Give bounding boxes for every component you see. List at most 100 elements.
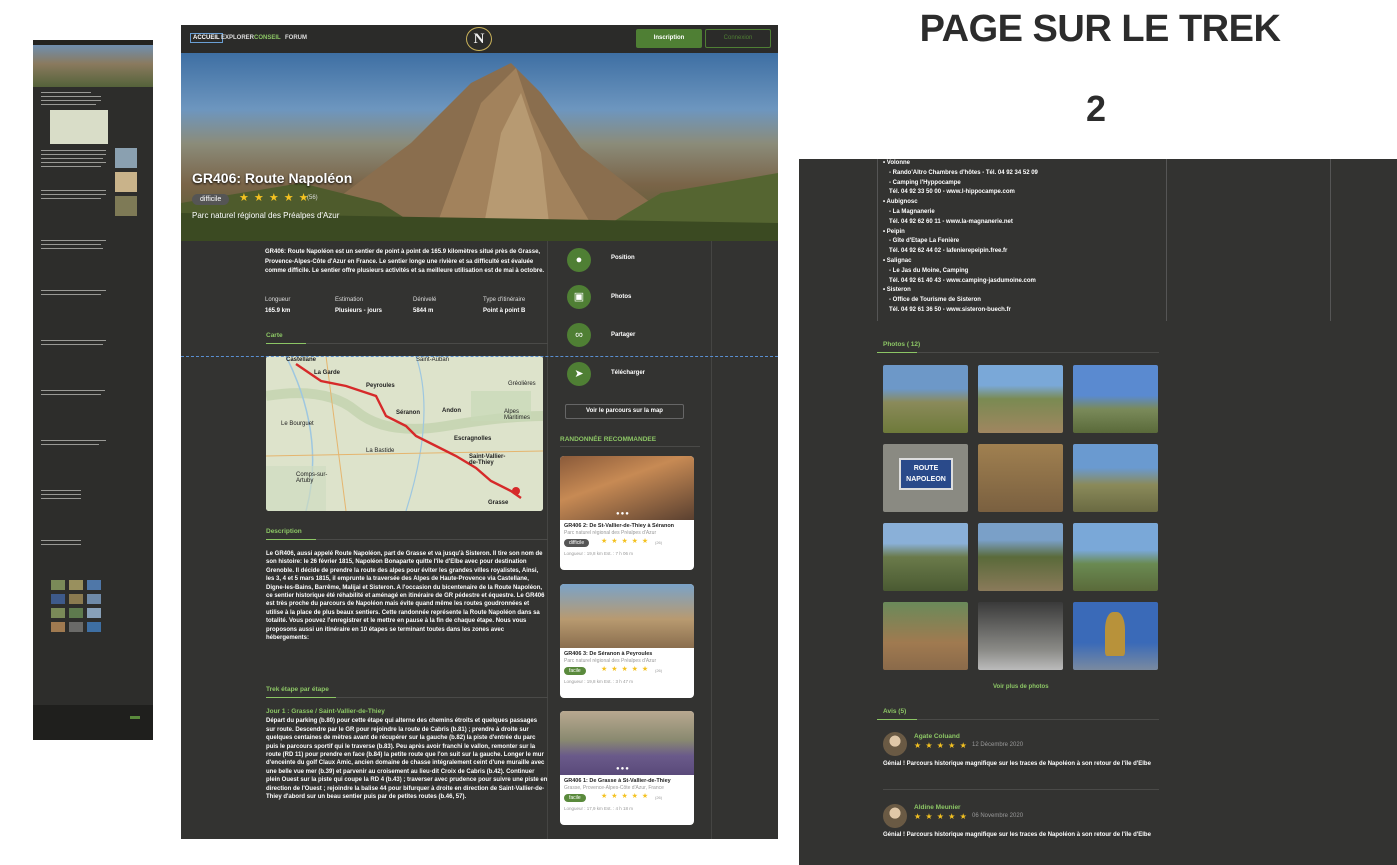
map-label: Castellane <box>286 357 317 363</box>
trek-photo[interactable] <box>978 444 1063 512</box>
card-stats: Longueur : 17,9 km Est. : 4 h 18 m <box>564 806 634 811</box>
trek-photo[interactable]: ROUTE NAPOLEON <box>883 444 968 512</box>
recommended-trek-card[interactable]: ●●● GR406 2: De St-Vallier-de-Thiey à Sé… <box>560 456 694 570</box>
map-label: La Garde <box>314 370 341 376</box>
view-route-map-button[interactable]: Voir le parcours sur la map <box>565 404 684 419</box>
panel-title: PAGE SUR LE TREK <box>919 8 1281 50</box>
card-stars: ★ ★ ★ ★ ★ <box>601 538 650 545</box>
avis-heading: Avis (5) <box>883 708 907 715</box>
trek-photo[interactable] <box>1073 523 1158 591</box>
lodging-line: Tél. 04 92 62 60 11 - www.la-magnanerie.… <box>889 218 1013 225</box>
lodging-line: Tél. 04 92 62 44 02 - lafenierepeipin.fr… <box>889 248 1008 255</box>
nav-forum[interactable]: FORUM <box>285 35 307 41</box>
thumbnail-footer <box>33 705 153 740</box>
rating-stars: ★ ★ ★ ★ ★ <box>239 192 310 204</box>
position-label[interactable]: Position <box>611 255 635 261</box>
trek-photo[interactable] <box>883 365 968 433</box>
trek-photo[interactable] <box>978 365 1063 433</box>
map-label: Escragnolles <box>454 436 492 442</box>
map-label: Le Bourguet <box>281 421 314 427</box>
card-image: ●●● <box>560 711 694 775</box>
stat-label: Type d'itinéraire <box>483 297 526 303</box>
card-title: GR406 3: De Séranon à Peyroules <box>564 651 653 657</box>
recommended-trek-card[interactable]: GR406 3: De Séranon à Peyroules Parc nat… <box>560 584 694 698</box>
site-logo[interactable]: N <box>466 27 492 51</box>
stat-value: Point à point B <box>483 308 526 314</box>
card-badge: facile <box>564 794 586 802</box>
card-park: Grasse, Provence-Alpes-Côte d'Azur, Fran… <box>564 785 664 791</box>
day-title: Jour 1 : Grasse / Saint-Vallier-de-Thiey <box>266 708 385 715</box>
review-date: 06 Novembre 2020 <box>972 813 1024 819</box>
card-image: ●●● <box>560 456 694 520</box>
trek-page-continued: • Volonne - Rando'Altro Chambres d'hôtes… <box>799 159 1397 865</box>
stat-label: Dénivelé <box>413 297 437 303</box>
card-count: (26) <box>655 668 663 673</box>
nav-conseil[interactable]: CONSEIL <box>254 35 281 41</box>
hero-banner: GR406: Route Napoléon difficile ★ ★ ★ ★ … <box>181 53 778 241</box>
map-label: Comps-sur-Artuby <box>296 472 328 484</box>
card-count: (26) <box>655 795 663 800</box>
trek-photo[interactable] <box>1073 602 1158 670</box>
lodging-line: • Peipin <box>883 228 905 235</box>
connexion-button[interactable]: Connexion <box>705 29 771 48</box>
recommended-trek-card[interactable]: ●●● GR406 1: De Grasse à St-Vallier-de-T… <box>560 711 694 825</box>
map-label: La Bastide <box>366 448 395 454</box>
map-label: Peyroules <box>366 383 395 389</box>
card-badge: facile <box>564 667 586 675</box>
card-stats: Longueur : 19,8 km Est. : 7 h 06 m <box>564 551 634 556</box>
lodging-line: - Le Jas du Moine, Camping <box>889 267 969 274</box>
trail-map[interactable]: Castellane La Garde Peyroules Séranon An… <box>266 356 543 511</box>
nav-explorer[interactable]: EXPLORER <box>221 35 254 41</box>
top-navigation: ACCUEIL EXPLORER CONSEIL FORUM N Inscrip… <box>181 25 778 53</box>
map-label: Saint-Vallier-de-Thiey <box>469 454 506 466</box>
telecharger-label[interactable]: Télécharger <box>611 370 645 376</box>
lodging-line: Tél. 04 92 33 50 00 - www.l-hippocampe.c… <box>889 189 1015 196</box>
page-thumbnail <box>33 40 153 740</box>
card-stats: Longueur : 19,8 km Est. : 3 h 47 m <box>564 679 634 684</box>
trek-photo[interactable] <box>883 523 968 591</box>
nav-accueil[interactable]: ACCUEIL <box>190 33 223 43</box>
map-label: Gréolières <box>508 381 536 387</box>
day-text: Départ du parking (b.80) pour cette étap… <box>266 718 548 801</box>
thumbnail-hero <box>33 45 153 87</box>
stat-label: Longueur <box>265 297 291 303</box>
lodging-line: • Volonne <box>883 160 910 166</box>
review-text: Génial ! Parcours historique magnifique … <box>883 832 1151 838</box>
map-label: Saint-Auban <box>416 357 450 363</box>
card-park: Parc naturel régional des Préalpes d'Azu… <box>564 658 657 664</box>
card-title: GR406 1: De Grasse à St-Vallier-de-Thiey <box>564 778 671 784</box>
inscription-button[interactable]: Inscription <box>636 29 702 48</box>
partager-label[interactable]: Partager <box>611 332 635 338</box>
stat-value: 165.9 km <box>265 308 291 314</box>
trek-photo[interactable] <box>978 523 1063 591</box>
view-more-photos-link[interactable]: Voir plus de photos <box>993 684 1049 690</box>
avatar <box>883 732 907 756</box>
photos-label[interactable]: Photos <box>611 294 631 300</box>
trek-photo[interactable] <box>1073 444 1158 512</box>
trek-photo[interactable] <box>978 602 1063 670</box>
review-date: 12 Décembre 2020 <box>972 742 1024 748</box>
trek-page: ACCUEIL EXPLORER CONSEIL FORUM N Inscrip… <box>181 25 778 839</box>
trek-title: GR406: Route Napoléon <box>192 170 353 186</box>
review-text: Génial ! Parcours historique magnifique … <box>883 761 1151 767</box>
lodging-line: • Salignac <box>883 257 912 264</box>
trek-day-section: Jour 1 : Grasse / Saint-Vallier-de-Thiey… <box>266 708 548 801</box>
lodging-line: - Gîte d'Etape La Fenière <box>889 238 960 245</box>
review-stars: ★ ★ ★ ★ ★ <box>914 741 968 750</box>
lodging-list: • Volonne - Rando'Altro Chambres d'hôtes… <box>883 159 1165 316</box>
location-pin-icon[interactable]: ● <box>567 248 591 272</box>
panel-number: 2 <box>1085 88 1107 129</box>
park-name: Parc naturel régional des Préalpes d'Azu… <box>192 211 340 220</box>
review-stars: ★ ★ ★ ★ ★ <box>914 812 968 821</box>
stat-value: Plusieurs - jours <box>335 308 383 314</box>
trek-photo[interactable] <box>1073 365 1158 433</box>
share-icon[interactable]: ∞ <box>567 323 591 347</box>
thumbnail-map <box>50 110 108 144</box>
card-badge: difficile <box>564 539 590 547</box>
send-icon[interactable]: ➤ <box>567 362 591 386</box>
map-label: Séranon <box>396 410 421 416</box>
camera-icon[interactable]: ▣ <box>567 285 591 309</box>
trek-photo[interactable] <box>883 602 968 670</box>
difficulty-badge: difficile <box>192 194 230 205</box>
photos-heading: Photos ( 12) <box>883 341 921 348</box>
